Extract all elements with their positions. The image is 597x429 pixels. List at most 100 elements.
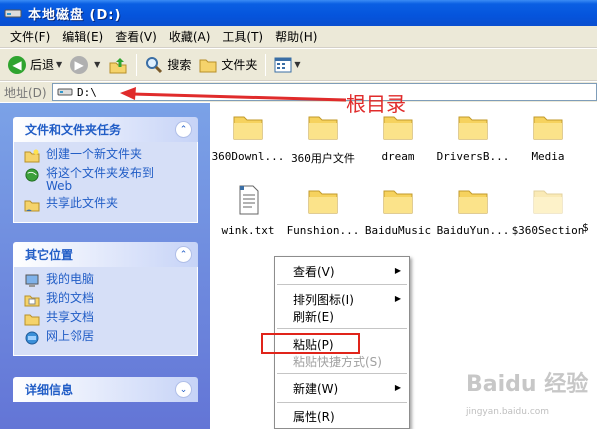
file-name: $360Section	[511, 224, 585, 237]
task-new-folder[interactable]: 创建一个新文件夹	[24, 148, 189, 163]
file-item[interactable]: $	[582, 185, 597, 234]
task-share-folder[interactable]: 共享此文件夹	[24, 197, 189, 212]
collapse-icon[interactable]: ⌃	[175, 121, 192, 138]
expand-icon[interactable]: ⌄	[175, 381, 192, 398]
up-button[interactable]	[104, 52, 132, 78]
place-label: 共享文档	[46, 310, 95, 324]
file-item[interactable]: wink.txt	[210, 185, 286, 237]
task-label: 将这个文件夹发布到 Web	[46, 167, 154, 193]
file-tasks-header[interactable]: 文件和文件夹任务 ⌃	[13, 117, 198, 142]
search-label: 搜索	[167, 58, 192, 72]
file-item[interactable]: $360Section	[510, 185, 586, 237]
folders-label: 文件夹	[221, 58, 258, 72]
task-publish-web[interactable]: 将这个文件夹发布到 Web	[24, 167, 189, 193]
file-name: 360Downl...	[211, 150, 285, 163]
share-folder-icon	[24, 200, 40, 212]
menu-help[interactable]: 帮助(H)	[269, 28, 323, 45]
task-pane: 文件和文件夹任务 ⌃ 创建一个新文件夹 将这个文件夹发布到 Web 共享此文件夹…	[0, 103, 210, 429]
place-label: 网上邻居	[46, 329, 95, 343]
details-panel: 详细信息 ⌄	[13, 377, 198, 402]
folders-button[interactable]: 文件夹	[195, 52, 261, 78]
dropdown-arrow-icon[interactable]: ▼	[94, 60, 100, 69]
file-item[interactable]: 360用户文件	[285, 111, 361, 166]
toolbar-separator	[136, 53, 138, 76]
folder-icon	[308, 116, 338, 140]
file-name: BaiduYun...	[436, 224, 510, 237]
network-icon	[25, 331, 39, 345]
place-shared-documents[interactable]: 共享文档	[24, 311, 189, 326]
menu-view[interactable]: 查看(V)	[109, 28, 163, 45]
watermark-url: jingyan.baidu.com	[466, 407, 550, 417]
menu-favorites[interactable]: 收藏(A)	[163, 28, 217, 45]
views-button[interactable]: ▼	[270, 52, 304, 78]
dropdown-arrow-icon[interactable]: ▼	[294, 60, 300, 69]
menu-item-new[interactable]: 新建(W)	[293, 380, 338, 397]
place-label: 我的电脑	[46, 272, 95, 286]
place-label: 我的文档	[46, 291, 95, 305]
back-button[interactable]: ◀ 后退 ▼	[4, 52, 66, 78]
file-name: dream	[381, 150, 415, 163]
watermark: Baidu 经验	[466, 372, 589, 397]
file-item[interactable]: Funshion...	[285, 185, 361, 237]
file-item[interactable]: dream	[360, 111, 436, 163]
address-value: D:\	[77, 85, 97, 99]
paste-highlight-box	[261, 333, 360, 354]
menu-item-view[interactable]: 查看(V)	[293, 263, 335, 280]
place-network[interactable]: 网上邻居	[24, 330, 189, 345]
views-icon	[274, 57, 292, 72]
annotation-root-label: 根目录	[346, 92, 406, 116]
back-label: 后退	[30, 58, 55, 72]
menu-separator	[277, 284, 407, 285]
globe-icon	[25, 168, 39, 182]
forward-button[interactable]: ▶ ▼	[66, 52, 104, 78]
computer-icon	[25, 274, 39, 287]
file-tasks-title: 文件和文件夹任务	[25, 123, 122, 137]
file-item[interactable]: BaiduYun...	[435, 185, 511, 237]
address-label: 地址(D)	[4, 85, 47, 100]
drive-icon	[57, 88, 73, 96]
menu-separator	[277, 328, 407, 329]
file-name: $	[582, 221, 589, 234]
dropdown-arrow-icon[interactable]: ▼	[56, 60, 62, 69]
documents-folder-icon	[24, 295, 40, 307]
toolbar: ◀ 后退 ▼ ▶ ▼ 搜索 文件夹 ▼	[0, 49, 597, 81]
file-name: DriversB...	[436, 150, 510, 163]
other-places-body: 我的电脑 我的文档 共享文档 网上邻居	[13, 267, 198, 356]
other-places-header[interactable]: 其它位置 ⌃	[13, 242, 198, 267]
toolbar-separator	[265, 53, 267, 76]
text-file-icon	[239, 185, 259, 215]
collapse-icon[interactable]: ⌃	[175, 246, 192, 263]
details-header[interactable]: 详细信息 ⌄	[13, 377, 198, 402]
menu-item-properties[interactable]: 属性(R)	[293, 408, 335, 425]
folder-icon	[383, 190, 413, 214]
new-folder-icon	[24, 149, 40, 163]
task-label: 共享此文件夹	[46, 196, 119, 210]
back-arrow-icon: ◀	[8, 55, 26, 74]
title-bar[interactable]: 本地磁盘 (D:)	[0, 0, 597, 26]
menu-tools[interactable]: 工具(T)	[216, 28, 269, 45]
menu-item-refresh[interactable]: 刷新(E)	[293, 308, 334, 325]
place-my-computer[interactable]: 我的电脑	[24, 273, 189, 288]
place-my-documents[interactable]: 我的文档	[24, 292, 189, 307]
file-item[interactable]: Media	[510, 111, 586, 163]
folder-icon	[24, 314, 40, 326]
hidden-folder-icon	[533, 190, 563, 214]
menu-file[interactable]: 文件(F)	[4, 28, 56, 45]
task-label-line-2: Web	[46, 179, 73, 193]
folder-icon	[458, 116, 488, 140]
folder-icon	[308, 190, 338, 214]
menu-separator	[277, 402, 407, 403]
menu-edit[interactable]: 编辑(E)	[56, 28, 109, 45]
file-item[interactable]: DriversB...	[435, 111, 511, 163]
file-item[interactable]: BaiduMusic	[360, 185, 436, 237]
search-button[interactable]: 搜索	[141, 52, 195, 78]
file-name: Media	[531, 150, 565, 163]
window-title: 本地磁盘 (D:)	[28, 7, 122, 23]
file-item[interactable]: 360Downl...	[210, 111, 286, 163]
menu-item-arrange-icons[interactable]: 排列图标(I)	[293, 291, 354, 308]
other-places-title: 其它位置	[25, 248, 74, 262]
forward-arrow-icon: ▶	[70, 55, 89, 74]
task-label: 创建一个新文件夹	[46, 147, 143, 161]
menu-separator	[277, 373, 407, 374]
menu-item-paste-shortcut: 粘贴快捷方式(S)	[293, 355, 382, 369]
